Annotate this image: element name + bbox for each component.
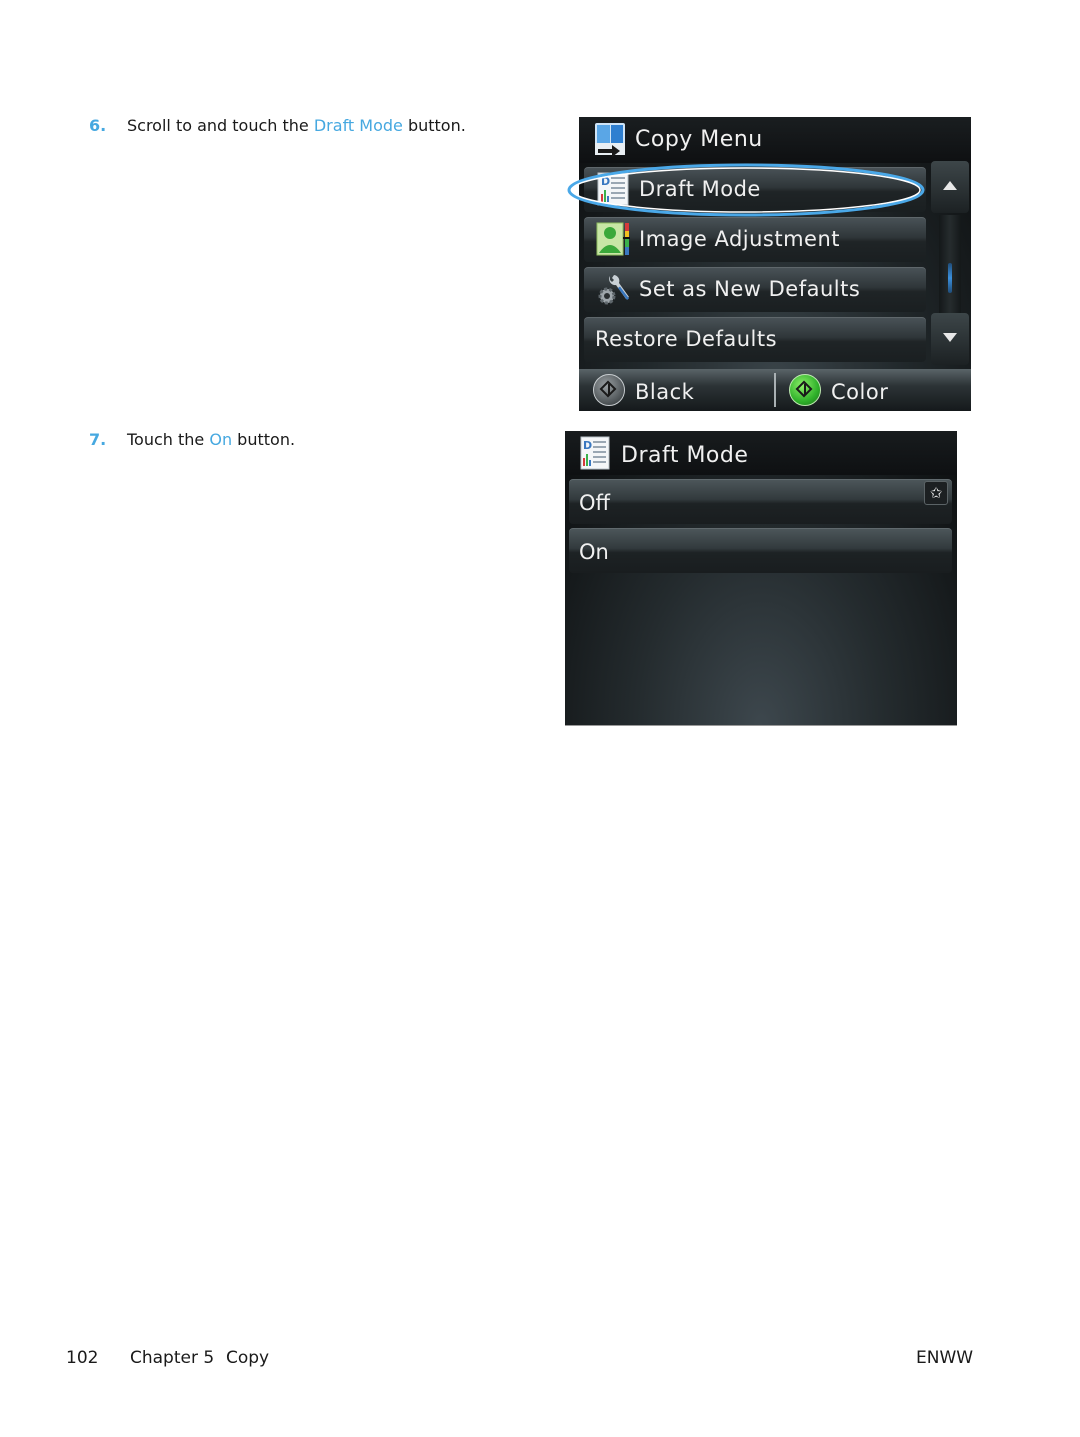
- scroll-down-button[interactable]: [931, 313, 969, 365]
- menu-item-image-adjustment[interactable]: Image Adjustment: [584, 217, 926, 262]
- start-black-button[interactable]: Black: [593, 372, 763, 408]
- star-icon[interactable]: ✩: [924, 481, 948, 505]
- draft-mode-title-bar: D Draft Mode: [565, 431, 957, 475]
- menu-item-set-as-new-defaults[interactable]: Set as New Defaults: [584, 267, 926, 312]
- chapter-label: Chapter 5: [130, 1348, 215, 1368]
- step-text-before: Touch the: [127, 430, 210, 449]
- option-label: On: [579, 540, 609, 564]
- copy-icon: [595, 123, 625, 157]
- draft-mode-screen: D Draft Mode Off ✩ On: [565, 431, 957, 726]
- step-highlight: On: [209, 430, 233, 449]
- option-off[interactable]: Off ✩: [569, 479, 952, 524]
- arrow-up-icon: [943, 181, 957, 190]
- locale-label: ENWW: [916, 1348, 974, 1368]
- step-highlight: Draft Mode: [313, 116, 403, 135]
- menu-item-label: Set as New Defaults: [639, 277, 861, 301]
- step-number: 6.: [89, 116, 107, 135]
- start-color-icon: [789, 374, 821, 406]
- step-text-before: Scroll to and touch the: [127, 116, 314, 135]
- scrollbar-thumb[interactable]: [948, 262, 952, 293]
- menu-item-label: Draft Mode: [639, 177, 761, 201]
- start-color-label: Color: [831, 380, 889, 404]
- scroll-up-button[interactable]: [931, 161, 969, 213]
- menu-item-restore-defaults[interactable]: Restore Defaults: [584, 317, 926, 362]
- step-number: 7.: [89, 430, 107, 449]
- copy-menu-title-bar: Copy Menu: [579, 117, 971, 163]
- tools-gear-icon: [598, 275, 629, 305]
- scrollbar-track[interactable]: [939, 215, 961, 313]
- start-black-icon: [593, 374, 625, 406]
- option-on[interactable]: On: [569, 528, 952, 573]
- menu-item-label: Restore Defaults: [595, 327, 778, 351]
- image-adjustment-icon: [596, 222, 630, 256]
- start-color-button[interactable]: Color: [789, 372, 959, 408]
- step-text: Scroll to and touch the Draft Mode butto…: [127, 116, 466, 135]
- svg-text:D: D: [583, 439, 592, 452]
- copy-menu-screen: Copy Menu D Draft Mode Image Adjustment …: [579, 117, 971, 411]
- step-text-after: button.: [402, 116, 466, 135]
- start-black-label: Black: [635, 380, 695, 404]
- start-button-bar: Black Color: [579, 369, 971, 411]
- menu-item-label: Image Adjustment: [639, 227, 841, 251]
- step-text-after: button.: [232, 430, 296, 449]
- step-text: Touch the On button.: [127, 430, 295, 449]
- arrow-down-icon: [943, 333, 957, 342]
- page-number: 102: [66, 1348, 99, 1368]
- option-label: Off: [579, 491, 610, 515]
- start-button-divider: [774, 373, 776, 407]
- draft-mode-icon: D: [580, 436, 610, 470]
- draft-mode-icon: D: [597, 172, 629, 206]
- menu-item-draft-mode[interactable]: D Draft Mode: [584, 167, 926, 212]
- copy-menu-title: Copy Menu: [635, 127, 763, 152]
- section-label: Copy: [226, 1348, 270, 1368]
- draft-mode-title: Draft Mode: [621, 443, 749, 468]
- svg-text:D: D: [601, 175, 610, 188]
